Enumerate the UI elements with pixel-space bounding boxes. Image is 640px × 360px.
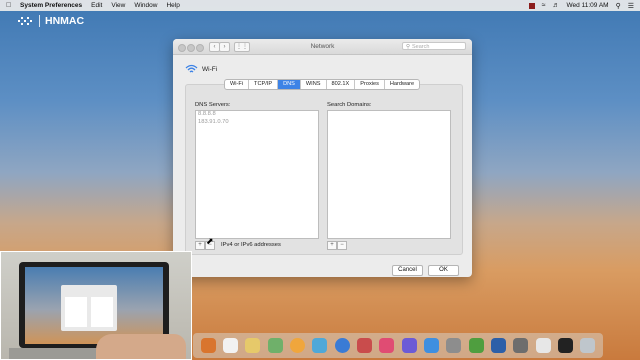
notification-center-icon[interactable]: ☰	[628, 2, 634, 10]
title-bar: ‹ › ⋮⋮ Network ⚲ Search	[173, 39, 472, 55]
search-domains-label: Search Domains:	[327, 102, 372, 108]
ok-button[interactable]: OK	[428, 265, 459, 276]
dock-app-icon[interactable]	[401, 338, 417, 353]
menu-view[interactable]: View	[111, 2, 125, 9]
dns-panel: DNS Servers: 8.8.8.8 183.91.0.70 Search …	[185, 84, 463, 255]
address-hint: IPv4 or IPv6 addresses	[221, 242, 281, 248]
dock-app-icon[interactable]	[379, 338, 395, 353]
tab-hardware[interactable]: Hardware	[385, 80, 419, 89]
clock[interactable]: Wed 11:09 AM	[567, 2, 609, 9]
dock-app-icon[interactable]	[356, 338, 372, 353]
dock	[193, 333, 603, 358]
search-placeholder: Search	[412, 44, 430, 50]
search-input[interactable]: ⚲ Search	[402, 42, 466, 50]
dock-app-icon[interactable]	[245, 338, 261, 353]
tab-proxies[interactable]: Proxies	[355, 80, 385, 89]
dock-app-icon[interactable]	[535, 338, 551, 353]
dock-app-icon[interactable]	[557, 338, 573, 353]
desktop:  System Preferences Edit View Window He…	[0, 0, 640, 360]
brand-name: HNMAC	[45, 15, 85, 27]
dock-app-icon[interactable]	[513, 338, 529, 353]
dock-app-icon[interactable]	[222, 338, 238, 353]
brand-logo: HNMAC	[18, 15, 84, 27]
menu-help[interactable]: Help	[166, 2, 179, 9]
volume-icon[interactable]: ♬	[553, 2, 560, 9]
dock-app-icon[interactable]	[200, 338, 216, 353]
interface-name: Wi-Fi	[202, 65, 218, 73]
recording-icon[interactable]	[528, 2, 535, 9]
tab-8021x[interactable]: 802.1X	[327, 80, 356, 89]
dock-app-icon[interactable]	[423, 338, 439, 353]
webcam-overlay	[0, 251, 192, 360]
dock-app-icon[interactable]	[289, 338, 305, 353]
interface-header: Wi-Fi	[185, 64, 217, 74]
menu-edit[interactable]: Edit	[91, 2, 102, 9]
apple-icon[interactable]: 	[6, 2, 12, 9]
wifi-status-icon[interactable]: ≈	[542, 2, 546, 9]
wifi-icon	[185, 64, 198, 73]
tab-dns[interactable]: DNS	[278, 80, 301, 89]
dns-servers-label: DNS Servers:	[195, 102, 231, 108]
dock-app-icon[interactable]	[446, 338, 462, 353]
menu-window[interactable]: Window	[134, 2, 157, 9]
brand-mark-icon	[18, 16, 34, 26]
tab-tcpip[interactable]: TCP/IP	[249, 80, 279, 89]
tab-wins[interactable]: WINS	[301, 80, 327, 89]
list-item[interactable]: 8.8.8.8	[196, 111, 318, 119]
menu-app-name[interactable]: System Preferences	[20, 2, 82, 9]
tab-wifi[interactable]: Wi-Fi	[225, 80, 250, 89]
search-domains-list[interactable]	[327, 110, 451, 239]
dns-servers-list[interactable]: 8.8.8.8 183.91.0.70	[195, 110, 319, 239]
laptop-screen	[25, 267, 163, 344]
dock-app-icon[interactable]	[490, 338, 506, 353]
menu-bar:  System Preferences Edit View Window He…	[0, 0, 640, 11]
network-window: ‹ › ⋮⋮ Network ⚲ Search Wi-Fi DNS Server…	[173, 39, 472, 277]
dock-app-icon[interactable]	[468, 338, 484, 353]
laptop-window	[61, 285, 117, 331]
spotlight-icon[interactable]: ⚲	[616, 2, 621, 10]
dock-app-icon[interactable]	[267, 338, 283, 353]
dock-app-icon[interactable]	[334, 338, 350, 353]
domain-add-remove: + −	[327, 241, 347, 250]
tab-bar: Wi-Fi TCP/IP DNS WINS 802.1X Proxies Har…	[224, 79, 421, 90]
hand	[96, 334, 186, 359]
cancel-button[interactable]: Cancel	[392, 265, 423, 276]
mouse-cursor-icon: ⬈	[206, 236, 214, 246]
add-dns-button[interactable]: +	[195, 241, 205, 250]
remove-domain-button[interactable]: −	[337, 241, 347, 250]
trash-icon[interactable]	[580, 338, 596, 353]
brand-divider	[39, 15, 40, 27]
search-icon: ⚲	[406, 44, 411, 50]
list-item[interactable]: 183.91.0.70	[196, 119, 318, 127]
add-domain-button[interactable]: +	[327, 241, 337, 250]
dock-app-icon[interactable]	[312, 338, 328, 353]
